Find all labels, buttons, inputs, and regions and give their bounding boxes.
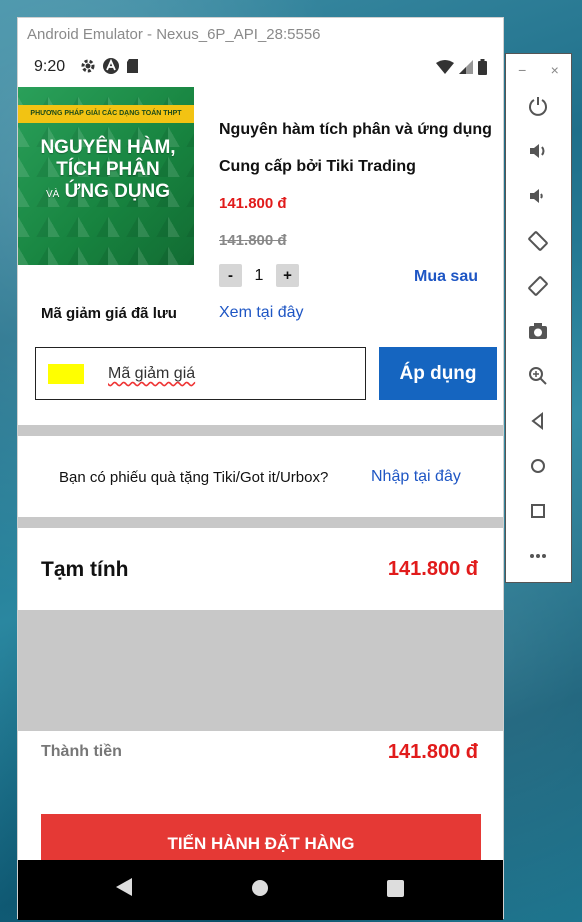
back-icon[interactable]	[524, 407, 552, 435]
window-title: Android Emulator - Nexus_6P_API_28:5556	[18, 18, 503, 52]
see-saved-coupons-link[interactable]: Xem tại đây	[219, 304, 303, 322]
nav-back-icon[interactable]	[116, 878, 132, 896]
wifi-icon	[436, 60, 454, 74]
section-divider	[18, 517, 503, 528]
rotate-left-icon[interactable]	[524, 227, 552, 255]
empty-placeholder-area	[18, 610, 503, 731]
emulator-side-panel: − ×	[505, 53, 572, 583]
nav-home-icon[interactable]	[252, 880, 268, 896]
coupon-input[interactable]: Mã giảm giá	[35, 347, 366, 400]
decrease-quantity-button[interactable]: -	[219, 264, 242, 287]
volume-up-icon[interactable]	[524, 137, 552, 165]
camera-icon[interactable]	[524, 317, 552, 345]
home-icon[interactable]	[524, 452, 552, 480]
status-time: 9:20	[34, 58, 66, 75]
close-icon[interactable]: ×	[551, 62, 559, 78]
product-seller: Cung cấp bởi Tiki Trading	[219, 158, 416, 175]
saved-coupon-label: Mã giảm giá đã lưu	[41, 305, 177, 322]
zoom-icon[interactable]	[524, 362, 552, 390]
checkout-button[interactable]: TIẾN HÀNH ĐẶT HÀNG	[41, 814, 481, 860]
app-a-icon	[103, 58, 119, 74]
emulator-window: Android Emulator - Nexus_6P_API_28:5556 …	[17, 17, 504, 920]
rotate-right-icon[interactable]	[524, 272, 552, 300]
status-bar: 9:20	[18, 52, 503, 84]
signal-icon	[459, 60, 473, 74]
apply-coupon-button[interactable]: Áp dụng	[379, 347, 497, 400]
product-title[interactable]: Nguyên hàm tích phân và ứng dụng	[219, 121, 492, 139]
settings-icon	[81, 59, 95, 73]
power-icon[interactable]	[524, 92, 552, 120]
nav-recents-icon[interactable]	[387, 880, 404, 897]
minimize-icon[interactable]: −	[518, 62, 526, 78]
section-divider	[18, 425, 503, 436]
total-value: 141.800 đ	[387, 741, 478, 763]
subtotal-label: Tạm tính	[41, 558, 129, 581]
battery-icon	[478, 59, 487, 75]
product-old-price: 141.800 đ	[219, 232, 287, 249]
sd-card-icon	[127, 59, 138, 73]
cart-screen: PHƯƠNG PHÁP GIẢI CÁC DẠNG TOÁN THPT NGUY…	[18, 84, 503, 860]
subtotal-value: 141.800 đ	[387, 558, 478, 580]
more-icon[interactable]	[524, 542, 552, 570]
increase-quantity-button[interactable]: +	[276, 264, 299, 287]
cover-title: NGUYÊN HÀM, TÍCH PHÂN VÀ ỨNG DỤNG	[40, 137, 176, 202]
cover-banner: PHƯƠNG PHÁP GIẢI CÁC DẠNG TOÁN THPT	[18, 105, 194, 123]
product-cover-image[interactable]: PHƯƠNG PHÁP GIẢI CÁC DẠNG TOÁN THPT NGUY…	[18, 87, 194, 265]
product-price: 141.800 đ	[219, 195, 287, 212]
overview-icon[interactable]	[524, 497, 552, 525]
quantity-value: 1	[254, 266, 264, 284]
gift-card-question: Bạn có phiếu quà tặng Tiki/Got it/Urbox?	[59, 469, 329, 486]
coupon-swatch	[48, 364, 84, 384]
volume-down-icon[interactable]	[524, 182, 552, 210]
coupon-placeholder: Mã giảm giá	[108, 365, 196, 382]
android-nav-bar	[18, 860, 503, 920]
quantity-stepper: - 1 +	[219, 264, 299, 287]
buy-later-link[interactable]: Mua sau	[414, 268, 478, 286]
total-label: Thành tiền	[41, 743, 122, 760]
enter-gift-card-link[interactable]: Nhập tại đây	[371, 468, 461, 486]
